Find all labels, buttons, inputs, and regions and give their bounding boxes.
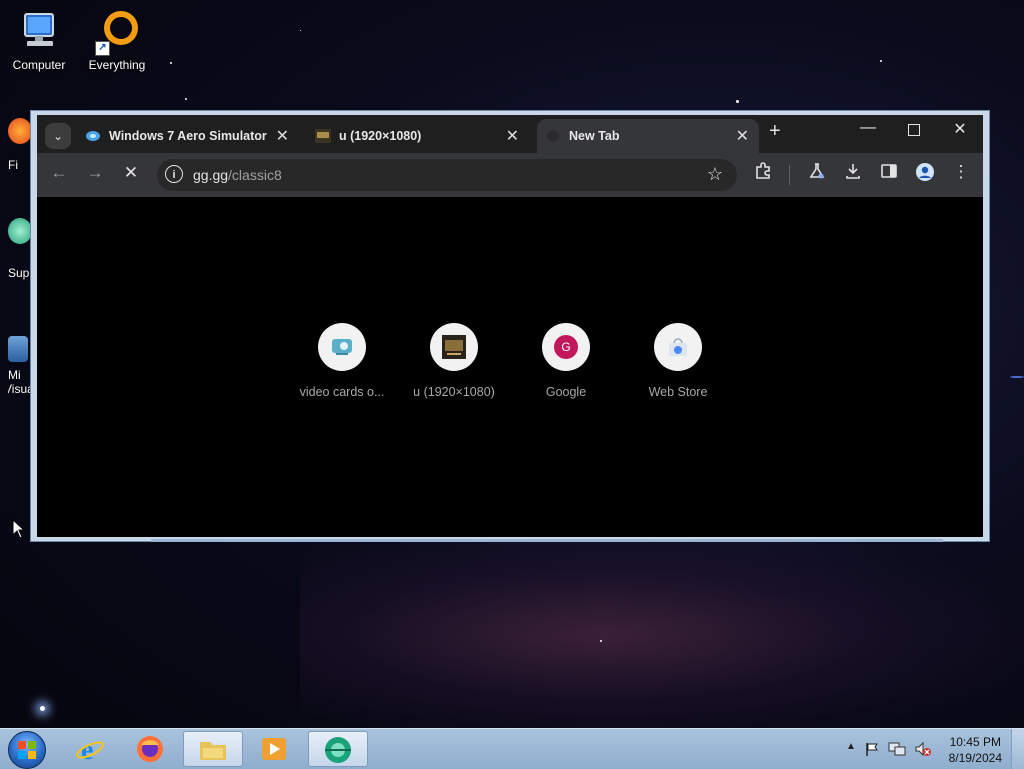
- taskbar-firefox[interactable]: [122, 731, 178, 767]
- close-tab-icon[interactable]: ✕: [276, 126, 289, 146]
- more-menu-icon[interactable]: ⋮: [949, 162, 973, 182]
- aero-simulator-favicon: [86, 131, 100, 141]
- shortcut-label: u (1920×1080): [413, 385, 495, 399]
- side-panel-icon[interactable]: [877, 162, 901, 185]
- app-icon: [8, 336, 28, 362]
- url-domain: gg.gg: [193, 167, 229, 183]
- desktop-icon-everything[interactable]: ↗ Everything: [80, 8, 154, 72]
- shortcut-tile[interactable]: Web Store: [622, 323, 734, 399]
- wallpaper-star: [40, 706, 45, 711]
- app-icon: [8, 218, 32, 244]
- desktop-icon-label: Computer: [12, 58, 66, 72]
- taskbar: e ▲ 10:45 PM 8/19/2024: [0, 728, 1024, 769]
- url-path: /classic8: [228, 167, 282, 183]
- firefox-icon: [137, 736, 163, 762]
- mouse-cursor-icon: [12, 519, 26, 539]
- address-url: gg.gg/classic8: [193, 167, 282, 183]
- close-window-icon[interactable]: ✕: [945, 119, 975, 139]
- wallpaper-star: [736, 100, 739, 103]
- wallpaper-star: [1010, 376, 1024, 378]
- taskbar-clock[interactable]: 10:45 PM 8/19/2024: [949, 734, 1002, 766]
- firefox-icon: [8, 118, 32, 144]
- close-tab-icon[interactable]: ✕: [506, 126, 519, 146]
- maximize-icon[interactable]: [899, 121, 929, 136]
- tab-search-button[interactable]: ⌄: [45, 123, 71, 149]
- google-icon: G: [542, 323, 590, 371]
- image-thumbnail-icon: [430, 323, 478, 371]
- close-tab-icon[interactable]: ✕: [736, 126, 749, 146]
- wallpaper-star: [600, 640, 602, 642]
- show-desktop-button[interactable]: [1011, 729, 1024, 769]
- browser-frame: ⌄ Windows 7 Aero Simulator ( ✕ u (1920×1…: [37, 115, 983, 537]
- tab-title: Windows 7 Aero Simulator (: [109, 129, 269, 143]
- shortcut-arrow-icon: ↗: [95, 41, 110, 56]
- new-tab-page: video cards o... u (1920×1080) G Google: [37, 197, 983, 537]
- chevron-down-icon: ⌄: [52, 129, 64, 143]
- shortcut-label: video cards o...: [299, 385, 385, 399]
- wallpaper-star: [300, 30, 301, 31]
- desktop-icon-computer[interactable]: Computer: [2, 8, 76, 72]
- tab-strip: ⌄ Windows 7 Aero Simulator ( ✕ u (1920×1…: [37, 115, 983, 153]
- forward-arrow-icon[interactable]: →: [83, 163, 107, 183]
- desktop-icon-label: Everything: [88, 58, 146, 72]
- windows-logo-icon: [18, 741, 36, 759]
- computer-icon: [15, 8, 63, 56]
- clock-date: 8/19/2024: [948, 751, 1002, 765]
- back-arrow-icon[interactable]: ←: [47, 163, 71, 183]
- taskbar-browser[interactable]: [308, 731, 368, 767]
- volume-muted-icon[interactable]: [914, 741, 932, 757]
- wallpaper-star: [170, 62, 172, 64]
- wallpaper-nebula: [300, 520, 1024, 750]
- tab-title: u (1920×1080): [339, 129, 422, 143]
- video-cards-icon: [318, 323, 366, 371]
- minimize-icon[interactable]: —: [853, 119, 883, 137]
- taskbar-internet-explorer[interactable]: e: [62, 731, 118, 767]
- profile-avatar-icon[interactable]: [913, 162, 937, 187]
- shortcut-tile[interactable]: G Google: [510, 323, 622, 399]
- extensions-puzzle-icon[interactable]: [751, 162, 775, 185]
- shortcut-tile[interactable]: video cards o...: [286, 323, 398, 399]
- bookmark-star-icon[interactable]: ☆: [707, 164, 723, 185]
- internet-explorer-icon: e: [76, 735, 104, 763]
- labs-flask-icon[interactable]: [805, 162, 829, 185]
- google-letter: G: [554, 335, 578, 359]
- address-bar[interactable]: i gg.gg/classic8 ☆: [157, 159, 737, 191]
- wallpaper-star: [880, 60, 882, 62]
- browser-window: ⌄ Windows 7 Aero Simulator ( ✕ u (1920×1…: [30, 110, 990, 542]
- everything-icon: ↗: [93, 8, 141, 56]
- file-explorer-icon: [200, 742, 226, 760]
- site-info-icon[interactable]: i: [165, 165, 183, 183]
- tab-new-tab[interactable]: New Tab ✕: [537, 119, 759, 153]
- web-store-icon: [654, 323, 702, 371]
- shortcut-label: Google: [545, 385, 587, 399]
- new-tab-plus-icon[interactable]: +: [769, 120, 781, 143]
- media-player-icon: [262, 738, 286, 760]
- image-favicon: [315, 129, 331, 143]
- window-scrollbar[interactable]: [151, 539, 943, 542]
- clock-time: 10:45 PM: [949, 735, 1001, 749]
- toolbar-divider: [789, 165, 790, 185]
- browser-toolbar: ← → ✕ i gg.gg/classic8 ☆ ⋮: [37, 153, 983, 197]
- shortcut-label: Web Store: [648, 385, 708, 399]
- network-icon[interactable]: [888, 741, 906, 757]
- shortcut-tile[interactable]: u (1920×1080): [398, 323, 510, 399]
- taskbar-media-player[interactable]: [246, 731, 302, 767]
- chrome-favicon: [547, 130, 559, 142]
- action-center-flag-icon[interactable]: [864, 741, 880, 757]
- tab-image[interactable]: u (1920×1080) ✕: [307, 119, 529, 153]
- taskbar-file-explorer[interactable]: [183, 731, 243, 767]
- start-button[interactable]: [8, 731, 46, 769]
- show-hidden-icons[interactable]: ▲: [846, 741, 856, 752]
- downloads-icon[interactable]: [841, 162, 865, 185]
- tab-aero-simulator[interactable]: Windows 7 Aero Simulator ( ✕: [77, 119, 299, 153]
- stop-loading-icon[interactable]: ✕: [119, 163, 143, 183]
- browser-icon: [325, 737, 351, 763]
- wallpaper-star: [185, 98, 187, 100]
- tab-title: New Tab: [569, 129, 620, 143]
